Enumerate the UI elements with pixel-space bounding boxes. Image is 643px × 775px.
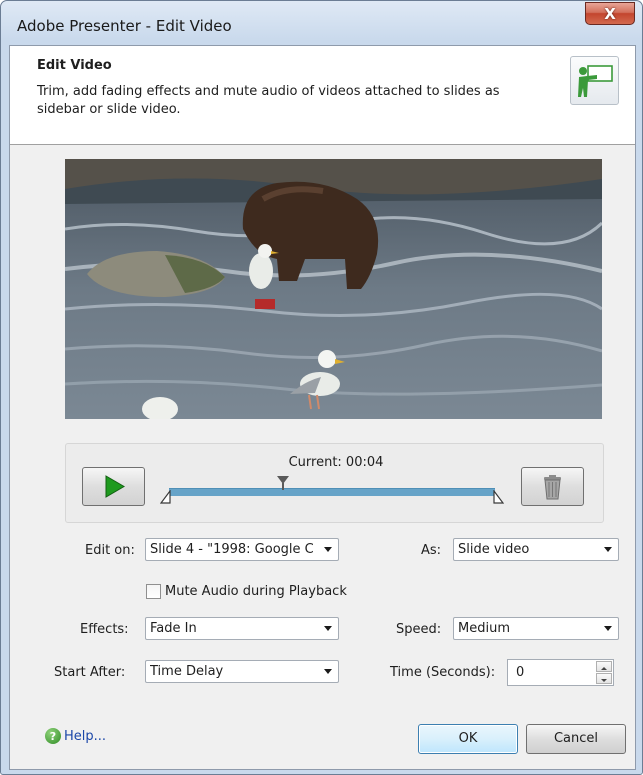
edit-on-select[interactable]: Slide 4 - "1998: Google C [145, 538, 339, 561]
trim-start-handle[interactable] [160, 490, 172, 504]
close-icon: X [604, 4, 616, 23]
start-after-label: Start After: [54, 665, 126, 680]
time-seconds-spinner[interactable]: 0 [507, 659, 614, 686]
header-description: Trim, add fading effects and mute audio … [37, 84, 500, 117]
timeline-panel: Current: 00:04 [65, 443, 604, 523]
play-icon [105, 475, 125, 498]
as-value: Slide video [458, 542, 530, 557]
effects-label: Effects: [80, 622, 129, 637]
mute-audio-label: Mute Audio during Playback [165, 584, 347, 599]
chevron-down-icon [324, 626, 332, 631]
speed-label: Speed: [396, 622, 442, 637]
cancel-button[interactable]: Cancel [526, 724, 626, 754]
playhead-marker[interactable] [276, 475, 290, 491]
as-label: As: [421, 543, 442, 558]
help-label: Help... [64, 728, 107, 744]
video-preview [65, 159, 602, 419]
delete-video-button[interactable] [521, 467, 584, 506]
edit-on-value: Slide 4 - "1998: Google C [150, 542, 314, 557]
trash-icon [544, 475, 561, 500]
window-title: Adobe Presenter - Edit Video [17, 17, 232, 35]
chevron-down-icon [324, 669, 332, 674]
help-icon: ? [45, 728, 61, 744]
dialog-header: Edit Video Trim, add fading effects and … [10, 46, 635, 145]
help-link[interactable]: ? Help... [45, 728, 106, 744]
edit-video-window: Adobe Presenter - Edit Video X Edit Vide… [0, 0, 643, 775]
speed-value: Medium [458, 621, 510, 636]
chevron-up-icon [601, 667, 607, 670]
start-after-value: Time Delay [150, 664, 224, 679]
chevron-down-icon [601, 679, 607, 682]
effects-select[interactable]: Fade In [145, 617, 339, 640]
trim-end-handle[interactable] [492, 490, 504, 504]
speed-select[interactable]: Medium [453, 617, 619, 640]
chevron-down-icon [604, 547, 612, 552]
effects-value: Fade In [150, 621, 197, 636]
title-bar: Adobe Presenter - Edit Video X [1, 1, 642, 45]
as-select[interactable]: Slide video [453, 538, 619, 561]
presenter-slide-icon [570, 56, 619, 105]
edit-on-label: Edit on: [85, 543, 135, 558]
header-title: Edit Video [37, 58, 112, 73]
ok-button[interactable]: OK [418, 724, 518, 754]
close-button[interactable]: X [585, 2, 635, 25]
dialog-body: Edit Video Trim, add fading effects and … [9, 45, 636, 770]
mute-audio-checkbox[interactable] [146, 584, 161, 599]
spin-up-button[interactable] [596, 661, 612, 672]
time-seconds-value: 0 [516, 665, 525, 680]
current-time-label: Current: 00:04 [288, 455, 384, 470]
start-after-select[interactable]: Time Delay [145, 660, 339, 683]
time-seconds-label: Time (Seconds): [390, 665, 496, 680]
chevron-down-icon [324, 547, 332, 552]
timeline-track[interactable] [169, 488, 495, 496]
play-button[interactable] [82, 467, 145, 506]
bear-river-frame [65, 159, 602, 419]
spin-down-button[interactable] [596, 673, 612, 684]
chevron-down-icon [604, 626, 612, 631]
